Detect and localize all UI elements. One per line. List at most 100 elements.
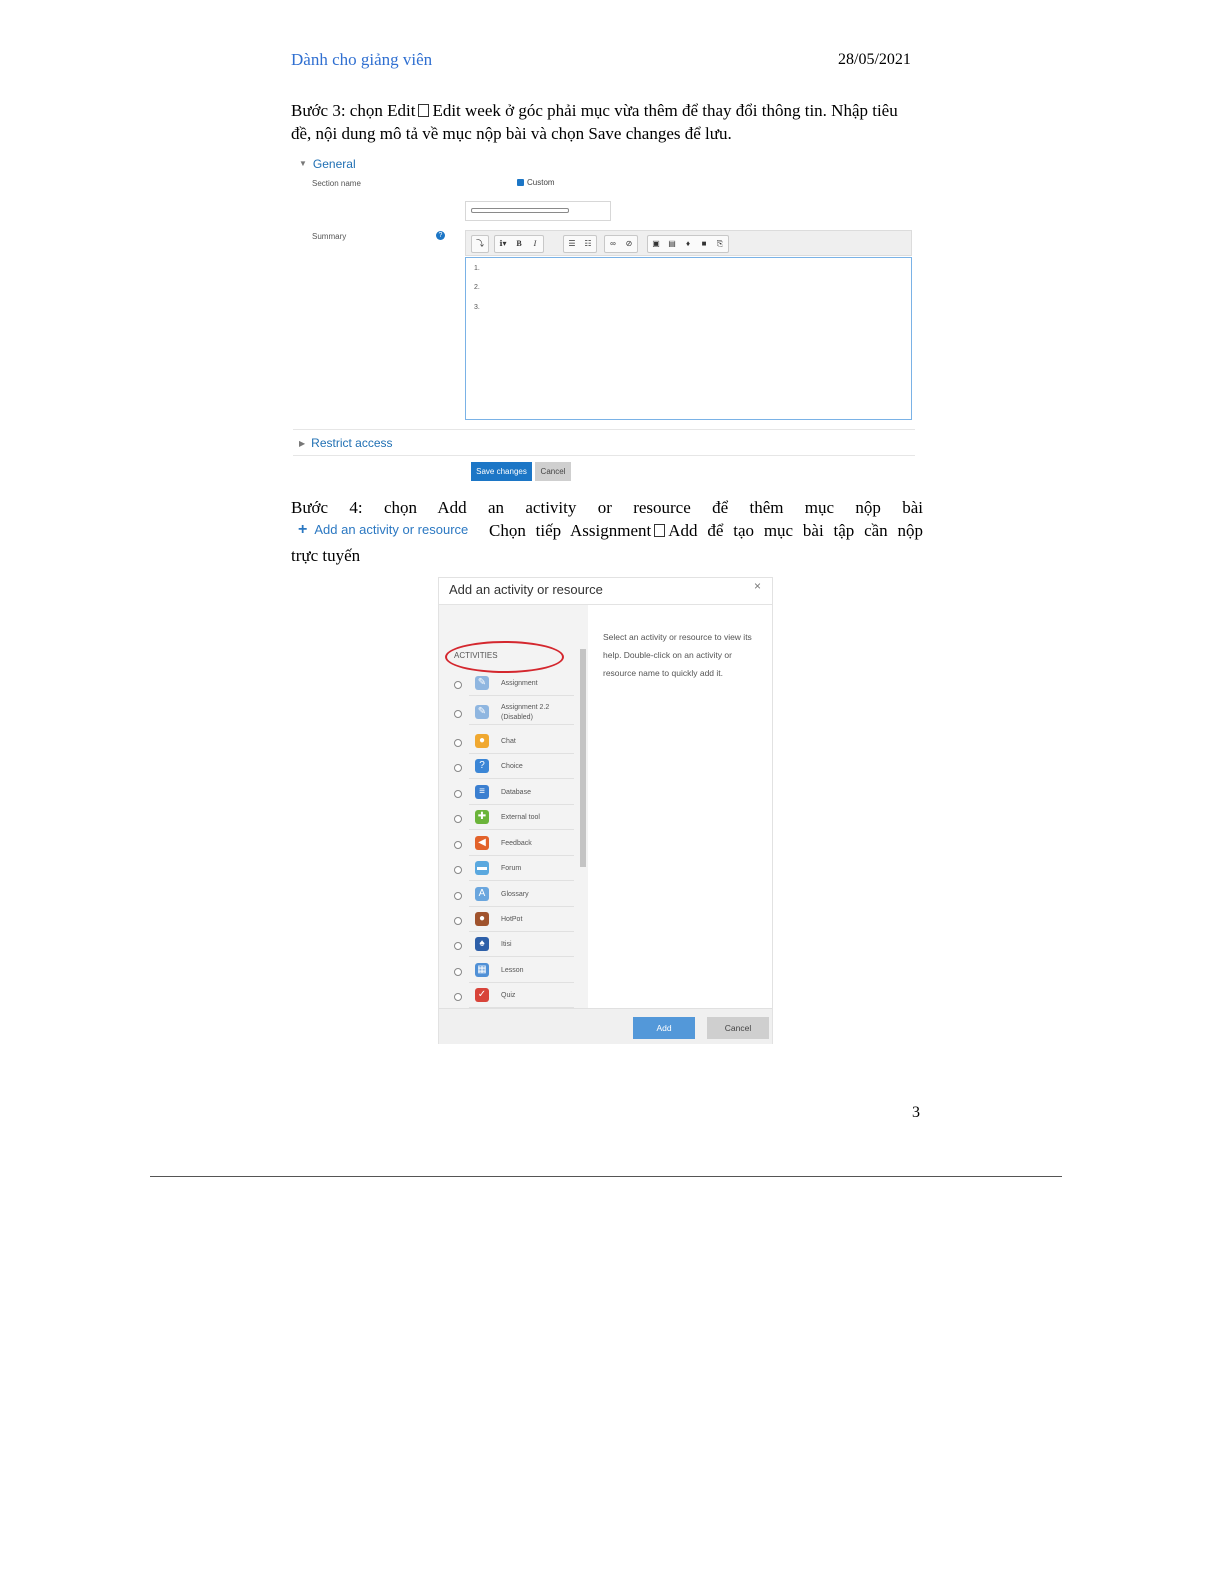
add-activity-label: Add an activity or resource <box>314 522 469 537</box>
video-icon[interactable]: ■ <box>696 236 712 252</box>
manage-files-icon[interactable]: ⎘ <box>712 236 728 252</box>
help-icon[interactable]: ? <box>436 231 445 240</box>
database-icon: ≡ <box>475 785 489 799</box>
microphone-icon[interactable]: ♦ <box>680 236 696 252</box>
missing-glyph-icon <box>418 104 430 117</box>
divider <box>469 695 574 696</box>
activity-chooser-dialog: Add an activity or resource × ACTIVITIES… <box>438 577 773 1044</box>
activity-item[interactable]: ● HotPot <box>439 910 574 935</box>
activity-radio[interactable] <box>454 710 462 718</box>
general-section-header[interactable]: ▼ General <box>299 157 356 171</box>
page-number: 3 <box>912 1104 920 1121</box>
divider <box>469 906 574 907</box>
dialog-title: Add an activity or resource <box>449 582 603 597</box>
activity-item[interactable]: ✎ Assignment 2.2 (Disabled) <box>439 703 574 728</box>
step3-paragraph: Bước 3: chọn Edit Edit week ở góc phải mụ… <box>291 99 921 145</box>
activity-item[interactable]: ≡ Database <box>439 783 574 808</box>
activity-radio[interactable] <box>454 790 462 798</box>
choice-icon: ? <box>475 759 489 773</box>
activity-radio[interactable] <box>454 841 462 849</box>
header-title: Dành cho giảng viên <box>291 50 433 69</box>
scrollbar[interactable] <box>580 649 586 867</box>
divider <box>469 829 574 830</box>
activity-radio[interactable] <box>454 993 462 1001</box>
toolbar-group-5: ▣ ▤ ♦ ■ ⎘ <box>647 235 729 253</box>
divider <box>469 804 574 805</box>
activity-radio[interactable] <box>454 917 462 925</box>
activity-item[interactable]: ▦ Lesson <box>439 961 574 986</box>
activity-item[interactable]: A Glossary <box>439 885 574 910</box>
feedback-icon: ◀ <box>475 836 489 850</box>
bold-icon[interactable]: B <box>511 236 527 252</box>
help-text: Select an activity or resource to view i… <box>603 632 752 678</box>
quiz-icon: ✓ <box>475 988 489 1002</box>
activity-radio[interactable] <box>454 739 462 747</box>
activity-radio[interactable] <box>454 815 462 823</box>
activity-radio[interactable] <box>454 942 462 950</box>
media-icon[interactable]: ▤ <box>664 236 680 252</box>
unlink-icon[interactable]: ⊘ <box>621 236 637 252</box>
ordered-list-icon[interactable]: ☷ <box>580 236 596 252</box>
activity-name: Forum <box>501 865 522 872</box>
divider <box>469 931 574 932</box>
activity-name: Choice <box>501 763 523 770</box>
cancel-button[interactable]: Cancel <box>707 1017 769 1039</box>
custom-label: Custom <box>527 178 555 187</box>
activity-radio[interactable] <box>454 892 462 900</box>
step4-line2-a: Chọn tiếp Assignment <box>489 521 652 540</box>
section-edit-form: ▼ General Section name Custom Summary ? ⤵… <box>293 150 915 486</box>
redacted-text <box>471 208 569 213</box>
unordered-list-icon[interactable]: ☰ <box>564 236 580 252</box>
divider <box>469 982 574 983</box>
close-icon[interactable]: × <box>754 579 761 593</box>
add-activity-link[interactable]: + Add an activity or resource <box>298 521 468 539</box>
editor-toolbar: ⤵ ℹ▾ B I ☰ ☷ ∞ ⊘ ▣ ▤ ♦ ■ ⎘ <box>465 230 912 256</box>
missing-glyph-icon <box>654 524 666 537</box>
activity-item[interactable]: ✚ External tool <box>439 808 574 833</box>
activity-item[interactable]: ? Choice <box>439 757 574 782</box>
divider <box>293 455 915 456</box>
summary-editor[interactable]: 1. 2. 3. <box>465 257 912 420</box>
assignment-icon: ✎ <box>475 676 489 690</box>
assignment-disabled-icon: ✎ <box>475 705 489 719</box>
header-date: 28/05/2021 <box>838 51 911 68</box>
activity-radio[interactable] <box>454 764 462 772</box>
activity-radio[interactable] <box>454 866 462 874</box>
itisi-icon: ♠ <box>475 937 489 951</box>
external-tool-icon: ✚ <box>475 810 489 824</box>
toolbar-toggle-icon[interactable]: ⤵ <box>472 236 488 252</box>
custom-checkbox[interactable] <box>517 179 524 186</box>
step4-line1: Bước 4: chọn Add an activity or resource… <box>291 498 923 517</box>
cancel-button[interactable]: Cancel <box>535 462 571 481</box>
forum-icon: ▬ <box>475 861 489 875</box>
toolbar-group-1: ⤵ <box>471 235 489 253</box>
save-changes-button[interactable]: Save changes <box>471 462 532 481</box>
activity-name: Assignment 2.2 (Disabled) <box>501 704 550 721</box>
activity-name: Chat <box>501 738 516 745</box>
section-name-input[interactable] <box>465 201 611 221</box>
activity-radio[interactable] <box>454 681 462 689</box>
toolbar-group-3: ☰ ☷ <box>563 235 597 253</box>
lesson-icon: ▦ <box>475 963 489 977</box>
expand-triangle-icon: ▶ <box>299 439 306 448</box>
activity-item[interactable]: ▬ Forum <box>439 859 574 884</box>
editor-line-3: 3. <box>474 304 480 311</box>
toolbar-group-4: ∞ ⊘ <box>604 235 638 253</box>
activity-item[interactable]: ✎ Assignment <box>439 674 574 699</box>
activity-item[interactable]: ♠ Itisi <box>439 935 574 960</box>
paragraph-style-icon[interactable]: ℹ▾ <box>495 236 511 252</box>
restrict-access-header[interactable]: ▶ Restrict access <box>299 436 393 450</box>
activity-radio[interactable] <box>454 968 462 976</box>
link-icon[interactable]: ∞ <box>605 236 621 252</box>
activity-name: HotPot <box>501 916 523 923</box>
italic-icon[interactable]: I <box>527 236 543 252</box>
activity-name: Glossary <box>501 891 529 898</box>
editor-line-2: 2. <box>474 284 480 291</box>
add-button[interactable]: Add <box>633 1017 695 1039</box>
activity-item[interactable]: ● Chat <box>439 732 574 757</box>
divider <box>469 753 574 754</box>
plus-icon: + <box>298 521 308 538</box>
image-icon[interactable]: ▣ <box>648 236 664 252</box>
divider <box>469 855 574 856</box>
activity-item[interactable]: ◀ Feedback <box>439 834 574 859</box>
